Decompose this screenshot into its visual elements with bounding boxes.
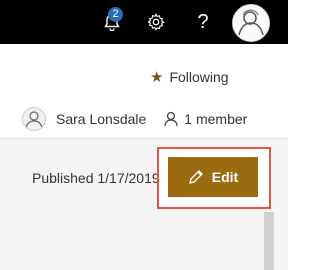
edit-button[interactable]: Edit — [168, 157, 258, 197]
published-status: Published 1/17/2019 — [32, 170, 160, 186]
avatar-image — [233, 5, 269, 41]
pencil-icon — [188, 170, 203, 184]
avatar[interactable] — [232, 4, 270, 42]
help-icon: ? — [197, 10, 209, 33]
edit-label: Edit — [211, 169, 239, 185]
notification-badge: 2 — [108, 7, 123, 22]
member-count[interactable]: 1 member — [184, 111, 247, 127]
owner-name[interactable]: Sara Lonsdale — [56, 111, 146, 127]
site-members-row: Sara Lonsdale 1 member — [22, 107, 247, 131]
help-button[interactable]: ? — [183, 0, 223, 44]
owner-avatar[interactable] — [22, 107, 46, 131]
follow-toggle[interactable]: ★ Following — [150, 66, 229, 88]
top-bar: 2 ? — [0, 0, 288, 44]
scrollbar[interactable] — [264, 212, 274, 270]
gear-icon — [147, 13, 165, 31]
person-icon — [164, 111, 178, 127]
following-label: Following — [169, 69, 229, 85]
settings-button[interactable] — [136, 0, 176, 44]
star-icon: ★ — [150, 69, 164, 86]
